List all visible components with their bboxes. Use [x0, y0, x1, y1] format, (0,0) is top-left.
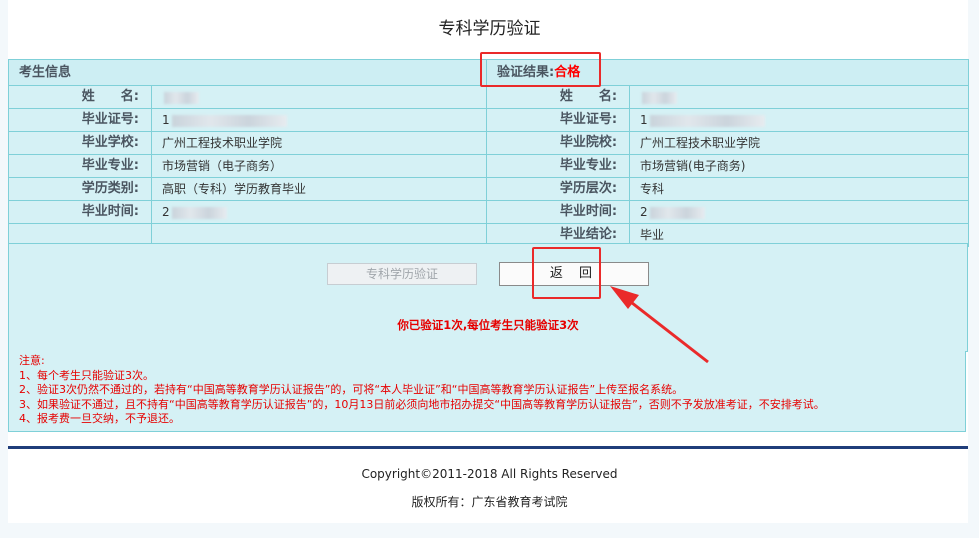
- redacted-blur: [171, 114, 287, 127]
- right-field-value: 广州工程技术职业学院: [629, 131, 970, 155]
- field-value-text: 2: [162, 205, 170, 219]
- field-value-text: 1: [162, 113, 170, 127]
- left-field-value: 广州工程技术职业学院: [150, 131, 488, 155]
- table-row: 毕业证号: 1 毕业证号: 1: [8, 108, 970, 132]
- right-field-label: 毕业院校:: [486, 131, 631, 155]
- footer-divider: [8, 446, 968, 449]
- table-row: 毕业时间: 2 毕业时间: 2: [8, 200, 970, 224]
- page-title: 专科学历验证: [438, 19, 541, 39]
- verify-button[interactable]: 专科学历验证: [327, 263, 477, 285]
- field-value-text: 毕业: [640, 228, 665, 242]
- right-field-label: 毕业专业:: [486, 154, 631, 178]
- field-value-text: 市场营销（电子商务）: [162, 159, 283, 173]
- right-field-label: 毕业时间:: [486, 200, 631, 224]
- redacted-blur: [642, 91, 678, 104]
- left-field-label: 毕业学校:: [8, 131, 152, 155]
- table-row: 毕业专业: 市场营销（电子商务） 毕业专业: 市场营销(电子商务): [8, 154, 970, 178]
- left-field-label: 学历类别:: [8, 177, 152, 201]
- notes-section: 注意: 1、每个考生只能验证3次。 2、验证3次仍然不通过的，若持有“中国高等教…: [8, 351, 966, 432]
- right-field-label: 学历层次:: [486, 177, 631, 201]
- verification-table: 考生信息 验证结果:合格 姓 名: 姓 名: 毕业证号: 1 毕业证号: 1 毕业学校: 广州…: [7, 59, 970, 247]
- field-value-text: 2: [640, 205, 648, 219]
- candidate-info-header: 考生信息: [7, 59, 488, 86]
- table-row: 学历类别: 高职（专科）学历教育毕业 学历层次: 专科: [8, 177, 970, 201]
- field-value-text: 专科: [640, 182, 665, 196]
- notes-title: 注意:: [19, 354, 45, 367]
- copyright-text: Copyright©2011-2018 All Rights Reserved: [361, 467, 618, 481]
- left-field-value: 1: [150, 108, 488, 132]
- right-field-value: 1: [629, 108, 970, 132]
- left-field-value: [150, 85, 488, 109]
- redacted-blur: [649, 206, 705, 219]
- result-highlight-box: [480, 52, 601, 87]
- field-value-text: 高职（专科）学历教育毕业: [162, 182, 307, 196]
- right-field-value: 专科: [629, 177, 970, 201]
- right-field-value: [629, 85, 970, 109]
- spacer-row: [8, 333, 968, 352]
- field-value-text: 市场营销(电子商务): [640, 159, 746, 173]
- redacted-blur: [649, 114, 765, 127]
- table-row: 毕业学校: 广州工程技术职业学院 毕业院校: 广州工程技术职业学院: [8, 131, 970, 155]
- note-item: 4、报考费一旦交纳，不予退还。: [19, 412, 180, 425]
- back-button-highlight-box: [532, 247, 601, 299]
- attempt-warning: 你已验证1次,每位考生只能验证3次: [397, 318, 579, 332]
- field-value-text: 1: [640, 113, 648, 127]
- note-item: 3、如果验证不通过，且不持有“中国高等教育学历认证报告”的，10月13日前必须向…: [19, 397, 825, 411]
- field-value-text: 广州工程技术职业学院: [640, 136, 761, 150]
- note-item: 2、验证3次仍然不通过的，若持有“中国高等教育学历认证报告”的，可将“本人毕业证…: [19, 383, 684, 396]
- right-field-label: 毕业证号:: [486, 108, 631, 132]
- right-field-value: 市场营销(电子商务): [629, 154, 970, 178]
- right-field-value: 2: [629, 200, 970, 224]
- left-field-value: 高职（专科）学历教育毕业: [150, 177, 488, 201]
- action-area: 专科学历验证 返 回 你已验证1次,每位考生只能验证3次: [8, 243, 968, 335]
- note-item: 1、每个考生只能验证3次。: [19, 368, 154, 382]
- owner-text: 版权所有：广东省教育考试院: [411, 495, 568, 509]
- left-field-label: 毕业专业:: [8, 154, 152, 178]
- right-field-label: 姓 名:: [486, 85, 631, 109]
- redacted-blur: [164, 91, 199, 104]
- left-field-value: 2: [150, 200, 488, 224]
- left-field-label: 毕业时间:: [8, 200, 152, 224]
- redacted-blur: [171, 206, 227, 219]
- table-row: 姓 名: 姓 名:: [8, 85, 970, 109]
- left-field-value: 市场营销（电子商务）: [150, 154, 488, 178]
- left-field-label: 姓 名:: [8, 85, 152, 109]
- field-value-text: 广州工程技术职业学院: [162, 136, 283, 150]
- left-field-label: 毕业证号:: [8, 108, 152, 132]
